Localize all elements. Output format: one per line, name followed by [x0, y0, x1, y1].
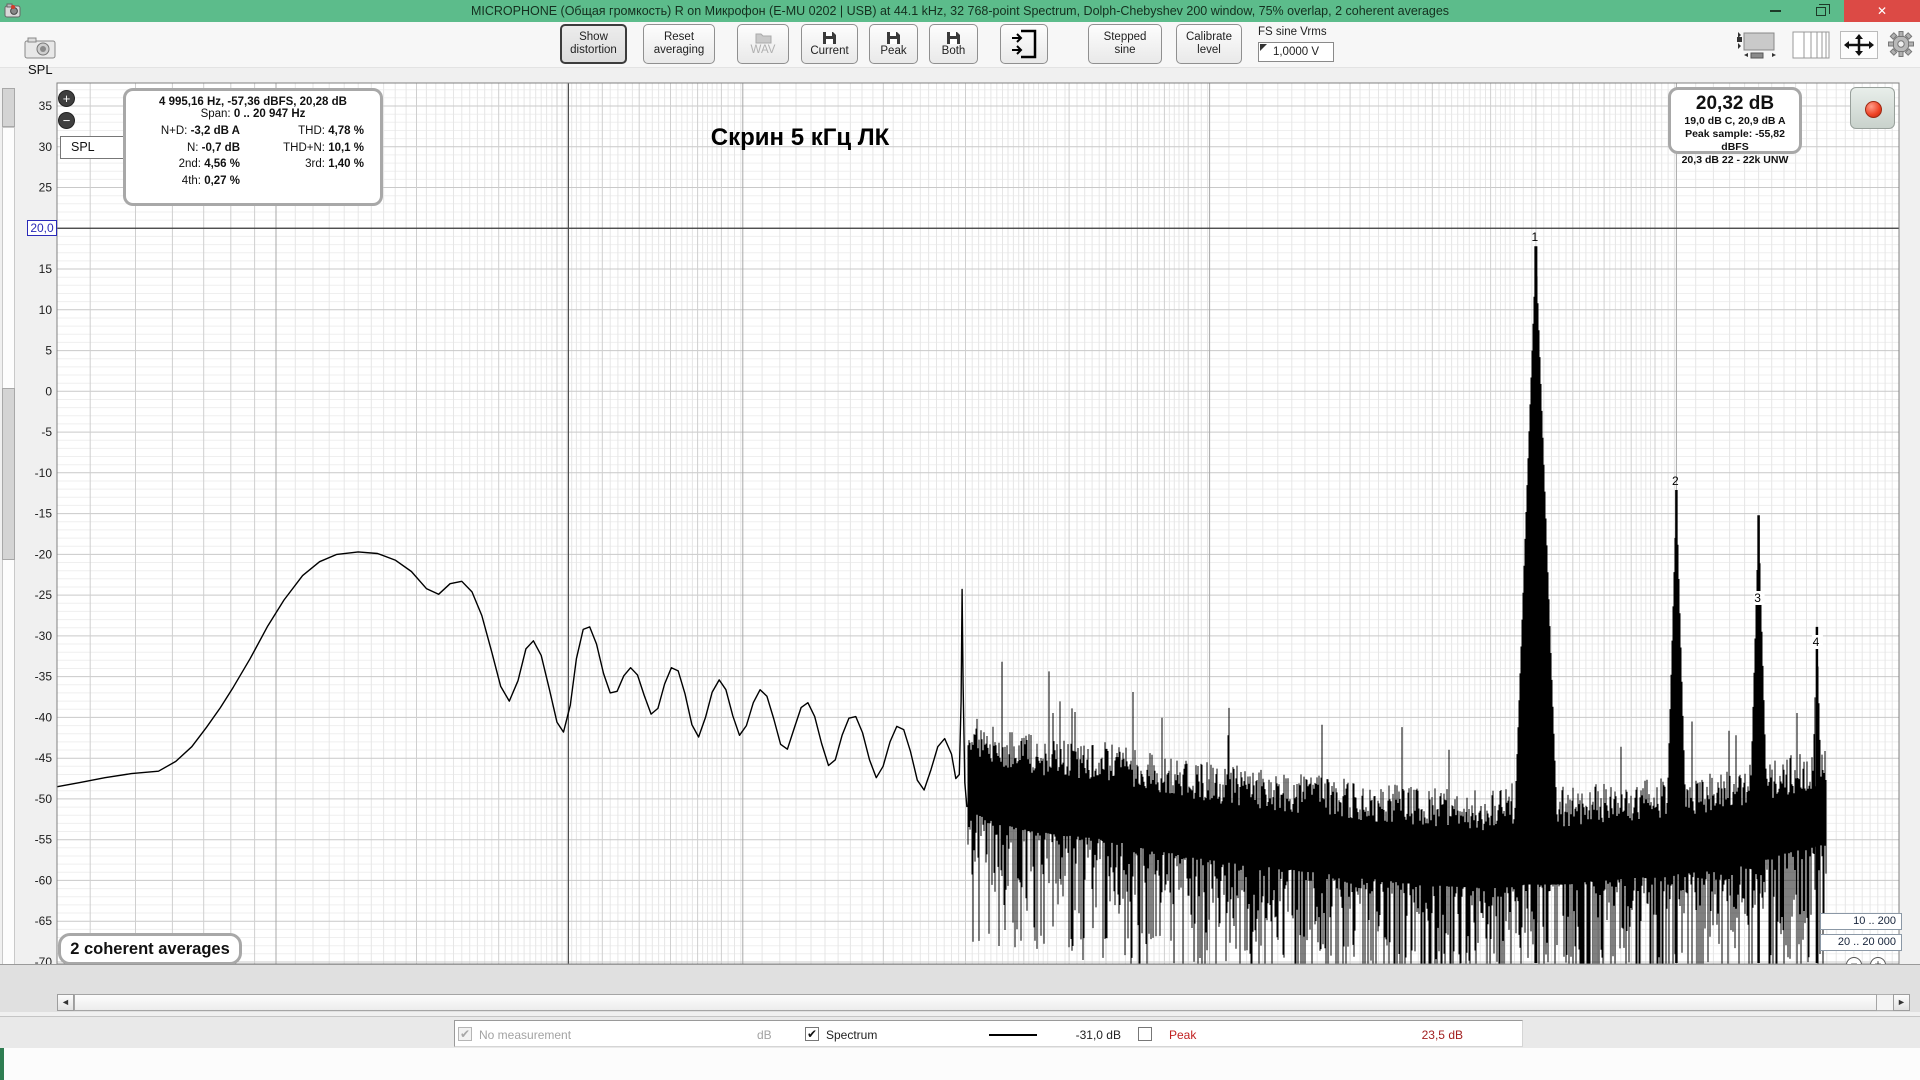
peak-label: Peak [1169, 1028, 1197, 1042]
scrollbar-thumb[interactable] [74, 994, 1877, 1011]
n-label: N: [186, 141, 199, 154]
measurement-info-box: 4 995,16 Hz, -57,36 dBFS, 20,28 dB Span:… [123, 88, 383, 206]
no-measurement-checkbox[interactable]: ✔ [458, 1027, 472, 1041]
scroll-left-arrow[interactable]: ◄ [57, 994, 74, 1011]
status-panel: ✔ No measurement dB ✔ Spectrum -31,0 dB … [454, 1020, 1523, 1047]
y-tick-label--55: -55 [35, 833, 53, 847]
peak-number-label: 3 [1754, 591, 1761, 605]
x-axis-strip [0, 964, 1920, 993]
spl-mode-value: SPL [71, 140, 95, 154]
peak-number-label: 4 [1813, 635, 1820, 649]
y-tick-label--65: -65 [35, 914, 53, 928]
peak-checkbox[interactable] [1138, 1027, 1152, 1041]
h2-label: 2nd: [178, 158, 201, 170]
y-tick-label--25: -25 [35, 588, 53, 602]
level-big-value: 20,32 dB [1695, 93, 1775, 114]
averages-box: 2 coherent averages [58, 933, 242, 965]
peak-number-label: 2 [1672, 474, 1679, 488]
scroll-right-arrow[interactable]: ► [1893, 994, 1910, 1011]
thd-value: 4,78 % [328, 125, 364, 137]
y-tick-label-0: 0 [45, 384, 52, 398]
y-tick-label-25: 25 [39, 181, 53, 195]
y-tick-label--45: -45 [35, 751, 53, 765]
y-tick-label--15: -15 [35, 507, 53, 521]
y-tick-label--5: -5 [41, 425, 52, 439]
h2-value: 4,56 % [204, 158, 240, 170]
y-tick-label-15: 15 [39, 262, 53, 276]
status-bar: ✔ No measurement dB ✔ Spectrum -31,0 dB … [0, 1016, 1920, 1048]
level-readout-box: 20,32 dB 19,0 dB C, 20,9 dB A Peak sampl… [1668, 87, 1802, 166]
level-unweighted-value: 20,3 dB 22 - 22k UNW [1681, 154, 1789, 166]
cursor-readout: 4 995,16 Hz, -57,36 dBFS, 20,28 dB [159, 96, 347, 108]
thd-label: THD: [298, 125, 325, 137]
y-cursor-box[interactable]: 20,0 [27, 220, 57, 236]
y-tick-label--10: -10 [35, 466, 53, 480]
chart-title: Скрин 5 кГц ЛК [710, 124, 890, 151]
y-tick-label--30: -30 [35, 629, 53, 643]
bottom-green-bar [0, 1048, 4, 1080]
y-tick-label--20: -20 [35, 547, 53, 561]
thdn-label: THD+N: [283, 141, 325, 154]
zoom-in-button[interactable]: + [58, 90, 75, 107]
y-tick-label--35: -35 [35, 670, 53, 684]
h3-value: 1,40 % [328, 158, 364, 170]
range-box-1[interactable]: 10 .. 200 [1820, 913, 1902, 930]
h4-value: 0,27 % [204, 174, 240, 187]
spectrum-level-value: -31,0 dB [1075, 1028, 1121, 1042]
h4-label: 4th: [181, 174, 201, 187]
y-tick-label--60: -60 [35, 873, 53, 887]
n-value: -0,7 dB [201, 141, 240, 154]
y-tick-label--40: -40 [35, 710, 53, 724]
bottom-strip [0, 1048, 1920, 1080]
spectrum-line-sample [989, 1034, 1037, 1036]
level-weighted-values: 19,0 dB C, 20,9 dB A [1684, 115, 1786, 127]
level-peak-sample: Peak sample: -55,82 dBFS [1685, 128, 1785, 153]
y-tick-label-5: 5 [45, 344, 52, 358]
nd-label: N+D: [160, 125, 188, 137]
thdn-value: 10,1 % [328, 141, 364, 154]
record-button[interactable] [1850, 87, 1895, 129]
y-tick-label-30: 30 [39, 140, 53, 154]
y-tick-label-10: 10 [39, 303, 53, 317]
record-icon [1865, 101, 1882, 118]
zoom-out-button[interactable]: − [58, 112, 75, 129]
peak-number-label: 1 [1532, 230, 1539, 244]
range-box-2[interactable]: 20 .. 20 000 [1820, 934, 1902, 951]
horizontal-scrollbar[interactable]: ◄ ► [0, 993, 1920, 1012]
nd-value: -3,2 dB A [190, 125, 240, 137]
spectrum-label: Spectrum [826, 1028, 878, 1042]
h3-label: 3rd: [305, 158, 325, 170]
span-label: Span: [200, 108, 231, 120]
y-tick-label-35: 35 [39, 99, 53, 113]
spectrum-checkbox[interactable]: ✔ [805, 1027, 819, 1041]
no-measurement-label: No measurement [479, 1028, 572, 1042]
y-tick-label--50: -50 [35, 792, 53, 806]
db-unit-label: dB [757, 1028, 772, 1042]
span-value: 0 .. 20 947 Hz [233, 108, 306, 120]
peak-level-value: 23,5 dB [1421, 1028, 1463, 1042]
app-window: MICROPHONE (Общая громкость) R on Микроф… [0, 0, 1920, 1080]
